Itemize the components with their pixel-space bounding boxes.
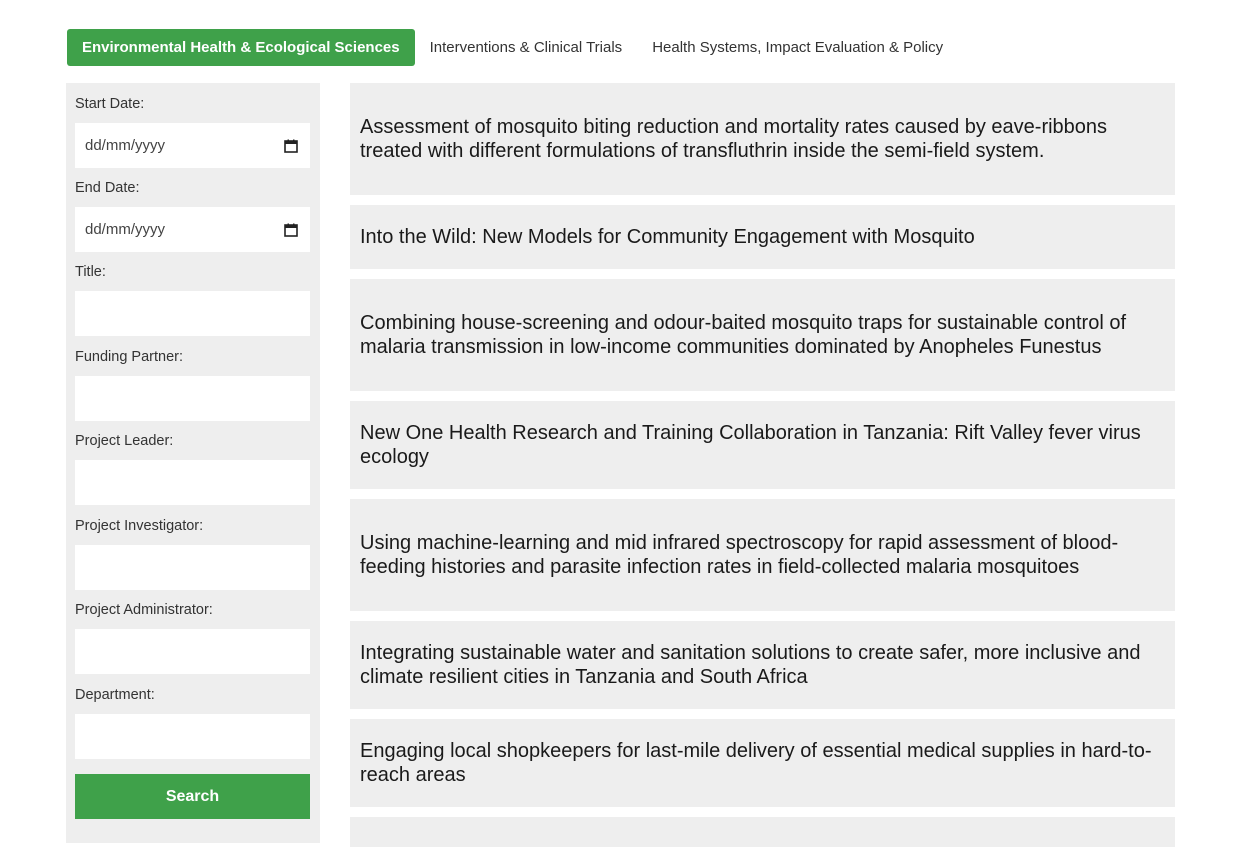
result-card[interactable]: Assessment of mosquito biting reduction …	[350, 83, 1175, 195]
tab-health-systems-policy[interactable]: Health Systems, Impact Evaluation & Poli…	[637, 29, 958, 66]
funding-partner-input[interactable]	[75, 376, 310, 421]
project-administrator-input[interactable]	[75, 629, 310, 674]
start-date-input[interactable]: dd/mm/yyyy	[75, 123, 310, 168]
title-label: Title:	[75, 264, 106, 280]
calendar-icon[interactable]	[284, 223, 298, 237]
project-leader-input[interactable]	[75, 460, 310, 505]
result-card[interactable]: New One Health Research and Training Col…	[350, 401, 1175, 489]
project-results-list: Assessment of mosquito biting reduction …	[350, 83, 1175, 857]
category-tabs: Environmental Health & Ecological Scienc…	[67, 29, 958, 66]
project-investigator-input[interactable]	[75, 545, 310, 590]
title-input[interactable]	[75, 291, 310, 336]
result-card[interactable]	[350, 817, 1175, 847]
funding-partner-label: Funding Partner:	[75, 349, 184, 365]
department-label: Department:	[75, 687, 155, 703]
result-card[interactable]: Integrating sustainable water and sanita…	[350, 621, 1175, 709]
end-date-input[interactable]: dd/mm/yyyy	[75, 207, 310, 252]
result-title[interactable]: New One Health Research and Training Col…	[360, 421, 1161, 469]
result-card[interactable]: Engaging local shopkeepers for last-mile…	[350, 719, 1175, 807]
result-title[interactable]: Engaging local shopkeepers for last-mile…	[360, 739, 1161, 787]
result-title[interactable]: Into the Wild: New Models for Community …	[360, 225, 975, 249]
result-card[interactable]: Into the Wild: New Models for Community …	[350, 205, 1175, 269]
result-title[interactable]: Integrating sustainable water and sanita…	[360, 641, 1161, 689]
search-button[interactable]: Search	[75, 774, 310, 819]
project-administrator-label: Project Administrator:	[75, 602, 213, 618]
department-input[interactable]	[75, 714, 310, 759]
tab-environmental-health[interactable]: Environmental Health & Ecological Scienc…	[67, 29, 415, 66]
project-leader-label: Project Leader:	[75, 433, 174, 449]
result-title[interactable]: Using machine-learning and mid infrared …	[360, 531, 1161, 579]
end-date-placeholder: dd/mm/yyyy	[85, 221, 166, 238]
calendar-icon[interactable]	[284, 139, 298, 153]
result-card[interactable]: Combining house-screening and odour-bait…	[350, 279, 1175, 391]
tab-interventions-clinical-trials[interactable]: Interventions & Clinical Trials	[415, 29, 638, 66]
result-card[interactable]: Using machine-learning and mid infrared …	[350, 499, 1175, 611]
filter-sidebar: Start Date: dd/mm/yyyy End Date: dd/mm/y…	[66, 83, 320, 843]
result-title[interactable]: Assessment of mosquito biting reduction …	[360, 115, 1161, 163]
start-date-placeholder: dd/mm/yyyy	[85, 137, 166, 154]
project-investigator-label: Project Investigator:	[75, 518, 204, 534]
end-date-label: End Date:	[75, 180, 140, 196]
start-date-label: Start Date:	[75, 96, 145, 112]
result-title[interactable]: Combining house-screening and odour-bait…	[360, 311, 1161, 359]
